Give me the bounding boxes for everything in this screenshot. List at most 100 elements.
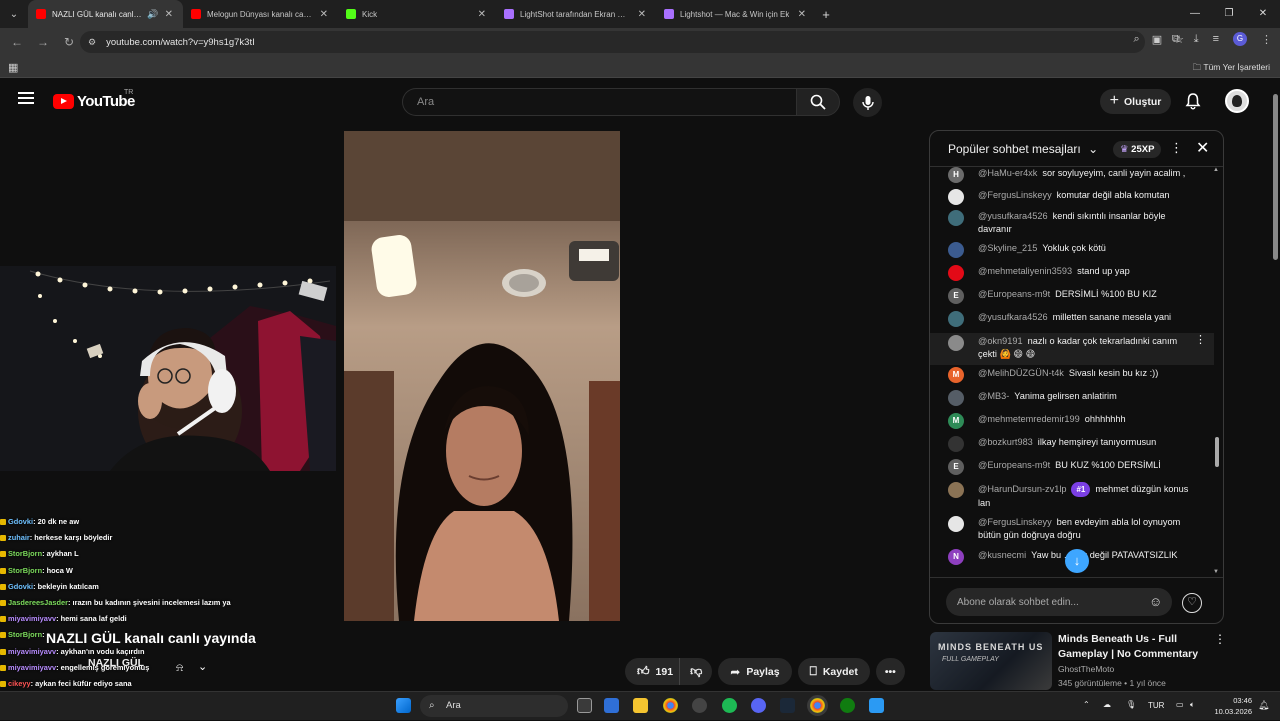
chat-message[interactable]: @FergusLinskeyy ben evdeyim abla lol oynu… bbox=[930, 516, 1214, 542]
chat-author[interactable]: @MB3- bbox=[978, 391, 1009, 401]
share-button[interactable]: ➦ Paylaş bbox=[718, 658, 792, 685]
language-indicator[interactable]: TUR bbox=[1148, 701, 1164, 710]
task-view-icon[interactable] bbox=[577, 698, 592, 713]
spotify-icon[interactable] bbox=[722, 698, 737, 713]
network-icon[interactable]: ▭ bbox=[1176, 700, 1184, 709]
file-explorer-icon[interactable] bbox=[633, 698, 648, 713]
taskbar-clock[interactable]: 03:46 10.03.2026 bbox=[1212, 695, 1252, 717]
voice-search-button[interactable] bbox=[853, 88, 882, 117]
chat-message[interactable]: @Skyline_215 Yokluk çok kötü bbox=[930, 242, 1214, 258]
chat-avatar[interactable] bbox=[948, 210, 964, 226]
chat-mode-dropdown[interactable]: Popüler sohbet mesajları ⌄ bbox=[948, 142, 1098, 156]
chat-avatar[interactable] bbox=[948, 516, 964, 532]
minimize-icon[interactable]: — bbox=[1178, 0, 1212, 28]
xbox-icon[interactable] bbox=[840, 698, 855, 713]
account-avatar[interactable] bbox=[1225, 89, 1249, 113]
new-tab-button[interactable]: + bbox=[816, 7, 836, 22]
chat-scroll-thumb[interactable] bbox=[1215, 437, 1219, 467]
tab-search-button[interactable]: ⌄ bbox=[0, 9, 28, 20]
tab-kick[interactable]: Kick ✕ bbox=[338, 0, 496, 28]
discord-icon[interactable] bbox=[751, 698, 766, 713]
scroll-down-icon[interactable]: ▼ bbox=[1213, 569, 1219, 575]
taskbar-search[interactable]: ⌕ Ara bbox=[420, 695, 568, 717]
store-icon[interactable] bbox=[604, 698, 619, 713]
tab-nazli-gul[interactable]: NAZLI GÜL kanalı canlı ya 🔊 ✕ bbox=[28, 0, 183, 28]
tab-lightshot-2[interactable]: Lightshot — Mac & Win için Ek ✕ bbox=[656, 0, 816, 28]
chat-author[interactable]: @kusnecmi bbox=[978, 550, 1026, 560]
chat-author[interactable]: @FergusLinskeyy bbox=[978, 190, 1052, 200]
cast-icon[interactable]: ▣ bbox=[1152, 33, 1162, 46]
tray-overflow-icon[interactable]: ⌃ bbox=[1083, 700, 1090, 709]
chat-author[interactable]: @HarunDursun-zv1lp bbox=[978, 484, 1066, 494]
like-button[interactable]: 👍︎ 191 bbox=[625, 658, 680, 685]
chat-message[interactable]: @okn9191 nazlı o kadar çok tekrarladınki … bbox=[930, 333, 1214, 365]
chat-author[interactable]: @FergusLinskeyy bbox=[978, 517, 1052, 527]
chat-avatar[interactable] bbox=[948, 311, 964, 327]
close-chat-icon[interactable]: ✕ bbox=[1196, 138, 1209, 158]
profile-icon[interactable]: G bbox=[1233, 32, 1247, 46]
forward-arrow-icon[interactable]: → bbox=[30, 35, 56, 49]
address-bar[interactable]: ⚙ youtube.com/watch?v=y9hs1g7k3tI bbox=[80, 31, 1145, 53]
recommendation-menu-icon[interactable]: ⋮ bbox=[1214, 632, 1226, 646]
chat-message-input[interactable] bbox=[946, 588, 1172, 616]
recommended-title[interactable]: Minds Beneath Us - Full Gameplay | No Co… bbox=[1058, 632, 1208, 662]
chat-avatar[interactable]: M bbox=[948, 413, 964, 429]
chat-author[interactable]: @Europeans-m9t bbox=[978, 460, 1050, 470]
chrome-active-icon[interactable] bbox=[810, 698, 825, 713]
chat-author[interactable]: @HaMu-er4xk bbox=[978, 168, 1037, 178]
windows-start-icon[interactable] bbox=[396, 698, 411, 713]
search-button[interactable] bbox=[796, 88, 840, 116]
chat-message[interactable]: E @Europeans-m9t DERSİMLİ %100 BU KIZ bbox=[930, 288, 1214, 304]
emoji-icon[interactable]: ☺ bbox=[1149, 594, 1162, 609]
tab-melogun[interactable]: Melogun Dünyası kanalı canlı ya ✕ bbox=[183, 0, 338, 28]
chat-message[interactable]: E @Europeans-m9t BU KUZ %100 DERSİMLİ bbox=[930, 459, 1214, 475]
chat-message[interactable]: @bozkurt983 ilkay hemşireyi tanıyormusun bbox=[930, 436, 1214, 452]
channel-name[interactable]: NAZLI GÜL bbox=[88, 657, 144, 669]
chat-message[interactable]: M @mehmetemredemir199 ohhhhhhh bbox=[930, 413, 1214, 429]
mic-tray-icon[interactable]: 🎙︎ bbox=[1126, 700, 1136, 709]
tab-close-icon[interactable]: ✕ bbox=[632, 9, 646, 20]
github-icon[interactable] bbox=[692, 698, 707, 713]
browser-menu-icon[interactable]: ⋮ bbox=[1261, 33, 1272, 46]
dislike-button[interactable]: 👎︎ bbox=[679, 658, 713, 685]
onedrive-icon[interactable]: ☁ bbox=[1103, 700, 1111, 709]
scroll-up-icon[interactable]: ▲ bbox=[1213, 167, 1219, 173]
search-input[interactable] bbox=[403, 89, 796, 115]
xp-badge[interactable]: ♛ 25XP bbox=[1113, 141, 1162, 158]
chat-author[interactable]: @Europeans-m9t bbox=[978, 289, 1050, 299]
more-actions-button[interactable]: ••• bbox=[875, 658, 905, 685]
all-bookmarks[interactable]: 🗀 Tüm Yer İşaretleri bbox=[1193, 62, 1270, 76]
chat-message[interactable]: @HarunDursun-zv1lp #1 mehmet düzgün konus … bbox=[930, 482, 1214, 510]
youtube-logo[interactable]: YouTube TR bbox=[53, 89, 135, 110]
chat-avatar[interactable]: E bbox=[948, 288, 964, 304]
chat-author[interactable]: @bozkurt983 bbox=[978, 437, 1033, 447]
chat-avatar[interactable] bbox=[948, 335, 964, 351]
tab-close-icon[interactable]: ✕ bbox=[472, 9, 486, 20]
chat-avatar[interactable]: H bbox=[948, 167, 964, 183]
chat-message[interactable]: @FergusLinskeyy komutar değil abla komuta… bbox=[930, 189, 1214, 205]
extensions-icon[interactable]: ⧉ bbox=[1172, 33, 1180, 46]
chrome-icon[interactable] bbox=[663, 698, 678, 713]
tab-close-icon[interactable]: ✕ bbox=[792, 9, 806, 20]
reading-list-icon[interactable]: ≡ bbox=[1213, 33, 1219, 45]
heart-reaction-icon[interactable]: ♡ bbox=[1182, 593, 1202, 613]
notification-icon[interactable]: 🔔︎ bbox=[1258, 700, 1269, 711]
restore-icon[interactable]: ❐ bbox=[1212, 0, 1246, 28]
message-menu-icon[interactable]: ⋮ bbox=[1195, 334, 1206, 347]
chat-message[interactable]: H @HaMu-er4xk sor soyluyeyim, canli yayin … bbox=[930, 167, 1214, 183]
chat-author[interactable]: @yusufkara4526 bbox=[978, 312, 1048, 322]
close-window-icon[interactable]: ✕ bbox=[1246, 0, 1280, 28]
chat-author[interactable]: @okn9191 bbox=[978, 336, 1023, 346]
page-scroll-thumb[interactable] bbox=[1273, 94, 1278, 260]
chat-message[interactable]: @mehmetaliyenin3593 stand up yap bbox=[930, 265, 1214, 281]
recommended-video[interactable]: MINDS BENEATH US FULL GAMEPLAY Minds Ben… bbox=[930, 630, 1226, 690]
chat-author[interactable]: @Skyline_215 bbox=[978, 243, 1037, 253]
back-arrow-icon[interactable]: ← bbox=[4, 35, 30, 49]
chat-author[interactable]: @mehmetaliyenin3593 bbox=[978, 266, 1072, 276]
save-button[interactable]: ⎕ Kaydet bbox=[797, 658, 870, 685]
hamburger-menu-icon[interactable] bbox=[18, 92, 34, 104]
chat-scrollbar[interactable]: ▲ ▼ bbox=[1213, 167, 1221, 577]
reload-icon[interactable]: ↻ bbox=[56, 35, 82, 49]
chat-avatar[interactable] bbox=[948, 436, 964, 452]
audio-icon[interactable]: 🔊 bbox=[147, 9, 158, 20]
